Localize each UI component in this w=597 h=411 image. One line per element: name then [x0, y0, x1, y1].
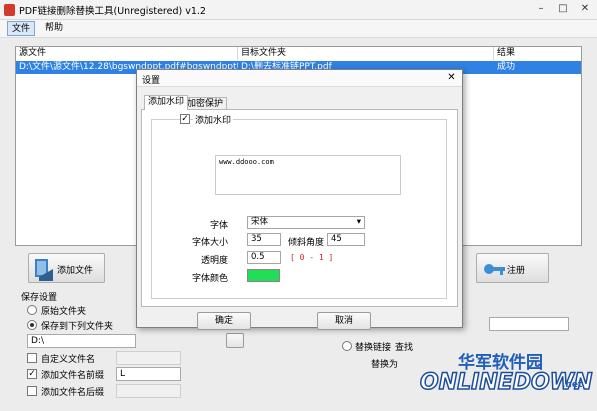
add-watermark-checkbox[interactable]: ✓ — [180, 114, 190, 124]
font-label: 字体 — [209, 221, 228, 231]
dialog-title-bar: 设置 ✕ — [137, 70, 462, 87]
cancel-button[interactable]: 取消 — [317, 312, 371, 330]
custom-name-field[interactable] — [116, 351, 181, 365]
suffix-checkbox[interactable] — [27, 386, 37, 396]
add-file-icon — [35, 259, 53, 281]
custom-name-label: 自定义文件名 — [41, 355, 96, 365]
find-label: 查找 — [395, 343, 414, 353]
title-bar: PDF链接删除替换工具(Unregistered) v1.2 – □ ✕ — [0, 0, 597, 20]
close-icon[interactable]: ✕ — [578, 2, 592, 16]
cell-result: 成功 — [497, 62, 516, 72]
key-icon — [484, 264, 505, 275]
save-to-folder-label: 保存到下列文件夹 — [41, 322, 114, 332]
settings-dialog: 设置 ✕ 添加水印 加密保护 ✓ 添加水印 www.ddooo.com 字体 宋… — [136, 69, 463, 330]
tilt-angle-label: 倾斜角度 — [287, 238, 324, 248]
prefix-field[interactable]: L — [116, 367, 181, 381]
register-button[interactable]: 注册 — [476, 253, 549, 283]
maximize-icon[interactable]: □ — [556, 2, 570, 16]
font-select-value: 宋体 — [251, 217, 269, 227]
menu-bar: 文件 帮助 — [0, 20, 597, 38]
suffix-label: 添加文件名后缀 — [41, 388, 105, 398]
font-size-label: 字体大小 — [191, 238, 228, 248]
font-color-label: 字体颜色 — [191, 274, 228, 284]
custom-name-checkbox[interactable] — [27, 353, 37, 363]
opacity-field[interactable]: 0.5 — [247, 251, 281, 264]
save-to-folder-radio[interactable] — [27, 320, 37, 330]
minimize-icon[interactable]: – — [534, 2, 548, 16]
column-header-result[interactable]: 结果 — [494, 47, 581, 60]
replace-link-radio[interactable] — [342, 341, 352, 351]
prefix-label: 添加文件名前缀 — [41, 371, 105, 381]
browse-button[interactable] — [226, 333, 244, 348]
add-watermark-label: 添加水印 — [193, 113, 234, 126]
chevron-down-icon: ▾ — [356, 217, 361, 227]
replace-with-label: 替换为 — [371, 360, 399, 370]
font-color-swatch[interactable] — [247, 269, 280, 282]
logo-suffix-text: .net — [562, 380, 583, 390]
watermark-tab-panel: ✓ 添加水印 www.ddooo.com 字体 宋体 ▾ 字体大小 35 倾斜角… — [141, 109, 458, 307]
pdf-app-icon — [4, 4, 15, 16]
column-header-source[interactable]: 源文件 — [16, 47, 238, 60]
suffix-field[interactable] — [116, 384, 181, 398]
window-title: PDF链接删除替换工具(Unregistered) v1.2 — [19, 6, 206, 17]
dialog-close-icon[interactable]: ✕ — [444, 71, 459, 85]
find-field[interactable] — [489, 317, 569, 331]
original-folder-label: 原始文件夹 — [41, 307, 87, 317]
onlinedown-watermark-logo: 华军软件园 ONLINEDOWN .net — [418, 346, 593, 409]
prefix-checkbox[interactable]: ✓ — [27, 369, 37, 379]
opacity-label: 透明度 — [200, 256, 228, 266]
column-header-target[interactable]: 目标文件夹 — [238, 47, 494, 60]
menu-file[interactable]: 文件 — [7, 21, 36, 36]
folder-path-field[interactable]: D:\ — [27, 334, 136, 348]
opacity-range-hint: [ 0 - 1 ] — [290, 253, 334, 262]
tab-add-watermark[interactable]: 添加水印 — [144, 95, 189, 110]
watermark-text-area[interactable]: www.ddooo.com — [215, 155, 401, 195]
original-folder-radio[interactable] — [27, 305, 37, 315]
ok-button[interactable]: 确定 — [197, 312, 251, 330]
save-settings-label: 保存设置 — [21, 293, 58, 303]
tilt-angle-field[interactable]: 45 — [327, 233, 365, 246]
menu-help[interactable]: 帮助 — [41, 21, 67, 36]
replace-link-label: 替换链接 — [355, 343, 392, 353]
add-file-button[interactable]: 添加文件 — [28, 253, 105, 283]
font-select[interactable]: 宋体 ▾ — [247, 216, 365, 229]
watermark-group: ✓ 添加水印 www.ddooo.com 字体 宋体 ▾ 字体大小 35 倾斜角… — [151, 113, 447, 299]
dialog-title: 设置 — [142, 76, 161, 86]
